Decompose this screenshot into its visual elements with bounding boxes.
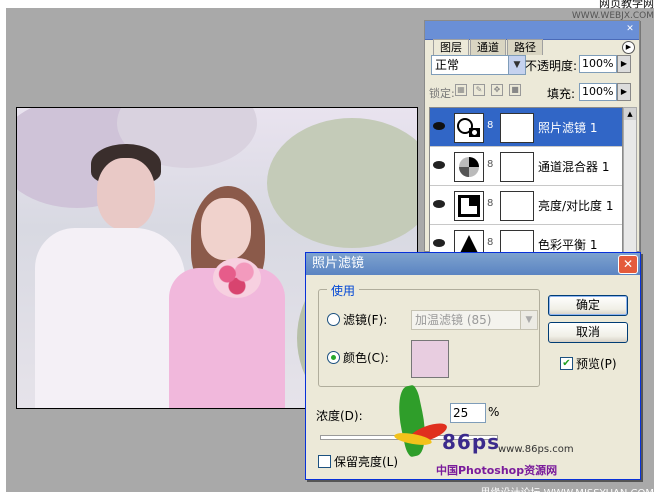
eye-icon[interactable] [432, 120, 446, 132]
tab-paths[interactable]: 路径 [507, 39, 543, 55]
filter-radio[interactable] [327, 313, 340, 326]
logo-url: www.86ps.com [498, 444, 574, 455]
scroll-up-icon[interactable]: ▲ [624, 108, 636, 120]
dialog-title-bar[interactable]: 照片滤镜 ✕ [306, 253, 640, 275]
preserve-luminosity-checkbox[interactable] [318, 455, 331, 468]
fill-label: 填充: [547, 87, 576, 101]
woman-face [201, 198, 251, 260]
chain-link-icon[interactable]: 8 [487, 198, 493, 209]
eye-icon[interactable] [432, 237, 446, 249]
channel-mixer-adjustment-icon [454, 152, 484, 182]
chevron-down-icon[interactable]: ▼ [508, 56, 525, 74]
dialog-title: 照片滤镜 [312, 256, 365, 271]
eye-icon[interactable] [432, 159, 446, 171]
color-swatch[interactable] [411, 340, 449, 378]
eye-icon[interactable] [432, 198, 446, 210]
blend-mode-value: 正常 [435, 58, 460, 72]
layers-panel: ✕ 图层 通道 路径 ▶ 正常 ▼ 不透明度: 100% ▶ 锁定: ▦ ✎ ✥… [424, 20, 640, 264]
use-group: 使用 滤镜(F): 加温滤镜 (85) ▼ 颜色(C): [318, 282, 540, 387]
fill-input[interactable]: 100% [579, 83, 617, 101]
man-face [97, 158, 155, 230]
panel-title-bar[interactable]: ✕ [425, 21, 639, 40]
layer-name[interactable]: 通道混合器 1 [538, 158, 609, 175]
close-icon[interactable]: ✕ [618, 255, 638, 274]
ok-button[interactable]: 确定 [548, 295, 628, 316]
layer-name[interactable]: 色彩平衡 1 [538, 236, 597, 253]
chain-link-icon[interactable]: 8 [487, 159, 493, 170]
filter-select-value: 加温滤镜 (85) [415, 313, 492, 327]
top-watermark-cn: 网页教学网 [599, 0, 654, 10]
filter-select[interactable]: 加温滤镜 (85) ▼ [411, 310, 538, 330]
top-watermark: 网页教学网 WWW.WEBJX.COM [572, 0, 654, 22]
photo-filter-adjustment-icon [454, 113, 484, 143]
color-radio[interactable] [327, 351, 340, 364]
layers-scrollbar[interactable]: ▲ [623, 107, 637, 253]
density-label: 浓度(D): [316, 409, 363, 423]
bouquet [213, 258, 261, 298]
man-suit [35, 228, 185, 408]
logo-brand: 86ps [442, 430, 501, 454]
lock-transparency-icon[interactable]: ▦ [455, 84, 467, 96]
fill-arrow-icon[interactable]: ▶ [617, 83, 631, 101]
opacity-input[interactable]: 100% [579, 55, 617, 73]
chain-link-icon[interactable]: 8 [487, 237, 493, 248]
layer-mask-thumbnail[interactable] [500, 152, 534, 182]
lock-label: 锁定: [429, 87, 455, 100]
color-radio-label[interactable]: 颜色(C): [343, 349, 389, 366]
tab-layers[interactable]: 图层 [433, 39, 469, 56]
opacity-label: 不透明度: [525, 59, 578, 73]
lock-icons: ▦ ✎ ✥ ■ [455, 84, 521, 96]
layer-row-photo-filter[interactable]: 8 照片滤镜 1 [430, 108, 622, 147]
layer-mask-thumbnail[interactable] [500, 191, 534, 221]
layer-name[interactable]: 照片滤镜 1 [538, 119, 597, 136]
layer-mask-thumbnail[interactable] [500, 113, 534, 143]
opacity-arrow-icon[interactable]: ▶ [617, 55, 631, 73]
foliage-right [267, 118, 417, 248]
logo-tagline: 中国Photoshop资源网 [436, 464, 558, 477]
layers-list: 8 照片滤镜 1 8 通道混合器 1 8 亮度/对比度 1 8 色彩平衡 1 [429, 107, 623, 264]
brightness-contrast-adjustment-icon [454, 191, 484, 221]
86ps-logo: 86ps www.86ps.com 中国Photoshop资源网 [388, 384, 588, 486]
preview-label[interactable]: 预览(P) [576, 355, 617, 372]
blend-mode-select[interactable]: 正常 ▼ [431, 55, 526, 75]
bottom-watermark: 思缘设计论坛 WWW.MISSYUAN.COM [480, 488, 654, 499]
panel-tabs: 图层 通道 路径 [433, 39, 544, 56]
layer-row-brightness-contrast[interactable]: 8 亮度/对比度 1 [430, 186, 622, 225]
tab-channels[interactable]: 通道 [470, 39, 506, 55]
cancel-button[interactable]: 取消 [548, 322, 628, 343]
layer-row-channel-mixer[interactable]: 8 通道混合器 1 [430, 147, 622, 186]
preview-checkbox[interactable]: ✔ [560, 357, 573, 370]
logo-swoosh [392, 384, 432, 458]
filter-radio-label[interactable]: 滤镜(F): [343, 311, 387, 328]
layer-name[interactable]: 亮度/对比度 1 [538, 197, 614, 214]
chevron-down-icon[interactable]: ▼ [520, 311, 537, 329]
panel-close-icon[interactable]: ✕ [625, 24, 635, 34]
chain-link-icon[interactable]: 8 [487, 120, 493, 131]
use-group-label: 使用 [327, 282, 360, 299]
lock-move-icon[interactable]: ✥ [491, 84, 503, 96]
lock-all-icon[interactable]: ■ [509, 84, 521, 96]
lock-brush-icon[interactable]: ✎ [473, 84, 485, 96]
panel-menu-arrow-icon[interactable]: ▶ [622, 41, 635, 54]
